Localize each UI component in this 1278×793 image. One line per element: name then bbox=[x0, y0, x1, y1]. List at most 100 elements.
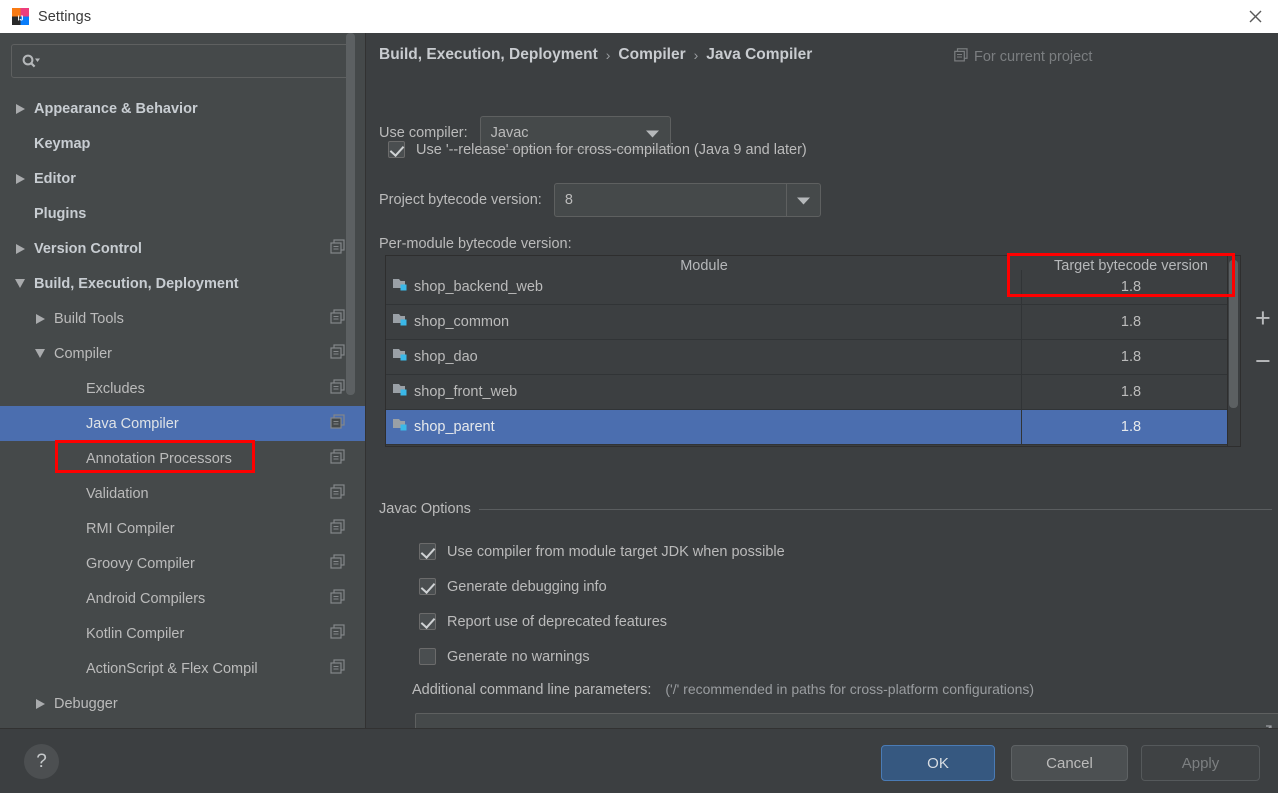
copy-icon[interactable] bbox=[330, 623, 345, 644]
sidebar-item-label: Compiler bbox=[54, 345, 113, 362]
search-container bbox=[0, 33, 365, 78]
sidebar-item-kotlin-compiler[interactable]: Kotlin Compiler bbox=[0, 616, 365, 651]
copy-icon bbox=[954, 48, 968, 66]
use-release-option-row[interactable]: Use '--release' option for cross-compila… bbox=[388, 141, 807, 158]
sidebar-item-label: Version Control bbox=[34, 240, 142, 257]
chevron-right-icon[interactable] bbox=[10, 161, 30, 196]
breadcrumb: Build, Execution, Deployment › Compiler … bbox=[379, 46, 812, 64]
option-generate-debugging-info-checkbox[interactable] bbox=[419, 578, 436, 595]
project-bytecode-row: Project bytecode version: 8 bbox=[379, 183, 821, 217]
option-generate-no-warnings-checkbox[interactable] bbox=[419, 648, 436, 665]
copy-icon[interactable] bbox=[330, 413, 345, 434]
sidebar-item-compiler[interactable]: Compiler bbox=[0, 336, 365, 371]
chevron-down-icon[interactable] bbox=[30, 336, 50, 371]
chevron-right-icon[interactable] bbox=[10, 91, 30, 126]
breadcrumb-item-0[interactable]: Build, Execution, Deployment bbox=[379, 46, 598, 64]
copy-icon[interactable] bbox=[330, 588, 345, 609]
sidebar-item-actionscript-flex-compil[interactable]: ActionScript & Flex Compil bbox=[0, 651, 365, 686]
sidebar-item-label: Editor bbox=[34, 170, 76, 187]
sidebar-item-android-compilers[interactable]: Android Compilers bbox=[0, 581, 365, 616]
sidebar-item-version-control[interactable]: Version Control bbox=[0, 231, 365, 266]
sidebar-item-annotation-processors[interactable]: Annotation Processors bbox=[0, 441, 365, 476]
option-use-module-jdk-checkbox[interactable] bbox=[419, 543, 436, 560]
close-icon[interactable] bbox=[1232, 0, 1278, 33]
per-module-bytecode-label: Per-module bytecode version: bbox=[379, 236, 572, 252]
copy-icon[interactable] bbox=[330, 658, 345, 679]
table-cell-module[interactable]: shop_parent bbox=[386, 410, 1022, 444]
copy-icon[interactable] bbox=[330, 308, 345, 329]
sidebar-item-excludes[interactable]: Excludes bbox=[0, 371, 365, 406]
help-button[interactable]: ? bbox=[24, 744, 59, 779]
table-row[interactable]: shop_dao 1.8 bbox=[386, 340, 1240, 375]
sidebar-item-label: Annotation Processors bbox=[86, 450, 232, 467]
table-cell-target-bytecode-version[interactable]: 1.8 bbox=[1022, 410, 1240, 444]
module-icon bbox=[392, 347, 409, 367]
breadcrumb-item-1[interactable]: Compiler bbox=[618, 46, 685, 64]
copy-icon[interactable] bbox=[330, 378, 345, 399]
copy-icon[interactable] bbox=[330, 448, 345, 469]
additional-params-input[interactable] bbox=[415, 713, 1278, 728]
ok-button[interactable]: OK bbox=[881, 745, 995, 781]
apply-button[interactable]: Apply bbox=[1141, 745, 1260, 781]
chevron-down-icon[interactable] bbox=[785, 184, 820, 216]
module-name: shop_parent bbox=[414, 419, 495, 435]
column-header-target-bytecode-version[interactable]: Target bytecode version bbox=[1022, 256, 1240, 278]
chevron-right-icon[interactable] bbox=[30, 686, 50, 721]
table-cell-module[interactable]: shop_dao bbox=[386, 340, 1022, 374]
sidebar-item-plugins[interactable]: Plugins bbox=[0, 196, 365, 231]
add-module-button[interactable]: + bbox=[1255, 305, 1271, 332]
use-release-option-checkbox[interactable] bbox=[388, 141, 405, 158]
copy-icon[interactable] bbox=[330, 483, 345, 504]
sidebar-item-keymap[interactable]: Keymap bbox=[0, 126, 365, 161]
breadcrumb-separator: › bbox=[605, 47, 611, 63]
sidebar-item-appearance-behavior[interactable]: Appearance & Behavior bbox=[0, 91, 365, 126]
module-name: shop_front_web bbox=[414, 384, 518, 400]
table-scrollbar-track[interactable] bbox=[1227, 256, 1240, 446]
module-icon bbox=[392, 417, 409, 437]
option-report-deprecated-checkbox[interactable] bbox=[419, 613, 436, 630]
sidebar-item-validation[interactable]: Validation bbox=[0, 476, 365, 511]
project-bytecode-dropdown[interactable]: 8 bbox=[553, 183, 821, 217]
chevron-right-icon[interactable] bbox=[10, 231, 30, 266]
sidebar-item-debugger[interactable]: Debugger bbox=[0, 686, 365, 721]
cancel-button[interactable]: Cancel bbox=[1011, 745, 1128, 781]
remove-module-button[interactable]: − bbox=[1255, 348, 1271, 375]
chevron-right-icon[interactable] bbox=[30, 301, 50, 336]
search-input[interactable] bbox=[41, 53, 353, 69]
option-use-module-jdk-row[interactable]: Use compiler from module target JDK when… bbox=[419, 543, 785, 560]
option-use-module-jdk-label: Use compiler from module target JDK when… bbox=[447, 543, 785, 560]
sidebar-item-build-tools[interactable]: Build Tools bbox=[0, 301, 365, 336]
table-cell-target-bytecode-version[interactable]: 1.8 bbox=[1022, 305, 1240, 339]
project-bytecode-value[interactable]: 8 bbox=[555, 192, 786, 208]
javac-options-label: Javac Options bbox=[379, 501, 471, 517]
copy-icon[interactable] bbox=[330, 553, 345, 574]
option-generate-debugging-info-row[interactable]: Generate debugging info bbox=[419, 578, 607, 595]
table-scrollbar-thumb[interactable] bbox=[1229, 260, 1238, 408]
sidebar-item-build-execution-deployment[interactable]: Build, Execution, Deployment bbox=[0, 266, 365, 301]
table-row[interactable]: shop_common 1.8 bbox=[386, 305, 1240, 340]
sidebar-item-editor[interactable]: Editor bbox=[0, 161, 365, 196]
intellij-idea-icon: IJ bbox=[12, 8, 29, 25]
sidebar-scrollbar-thumb[interactable] bbox=[346, 33, 355, 395]
copy-icon[interactable] bbox=[330, 238, 345, 259]
sidebar-item-groovy-compiler[interactable]: Groovy Compiler bbox=[0, 546, 365, 581]
sidebar-scrollbar-track[interactable] bbox=[346, 33, 360, 728]
column-header-module[interactable]: Module bbox=[386, 256, 1022, 278]
copy-icon[interactable] bbox=[330, 518, 345, 539]
table-cell-module[interactable]: shop_front_web bbox=[386, 375, 1022, 409]
table-cell-target-bytecode-version[interactable]: 1.8 bbox=[1022, 375, 1240, 409]
table-row[interactable]: shop_parent 1.8 bbox=[386, 410, 1240, 445]
table-header: Module Target bytecode version bbox=[386, 256, 1240, 278]
sidebar-item-rmi-compiler[interactable]: RMI Compiler bbox=[0, 511, 365, 546]
search-box[interactable] bbox=[11, 44, 354, 78]
copy-icon[interactable] bbox=[330, 343, 345, 364]
table-row[interactable]: shop_front_web 1.8 bbox=[386, 375, 1240, 410]
table-cell-target-bytecode-version[interactable]: 1.8 bbox=[1022, 340, 1240, 374]
chevron-down-icon[interactable] bbox=[10, 266, 30, 301]
table-cell-module[interactable]: shop_common bbox=[386, 305, 1022, 339]
option-report-deprecated-row[interactable]: Report use of deprecated features bbox=[419, 613, 667, 630]
sidebar-item-java-compiler[interactable]: Java Compiler bbox=[0, 406, 365, 441]
sidebar-item-label: RMI Compiler bbox=[86, 520, 175, 537]
option-generate-no-warnings-row[interactable]: Generate no warnings bbox=[419, 648, 590, 665]
scope-label: For current project bbox=[974, 49, 1093, 65]
